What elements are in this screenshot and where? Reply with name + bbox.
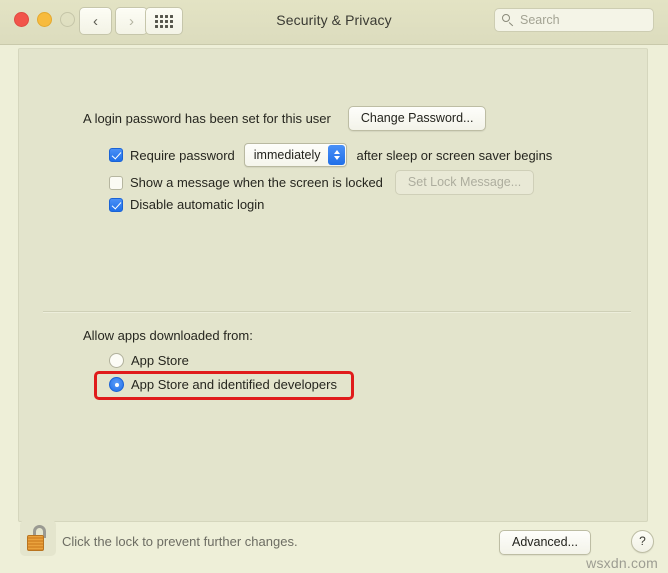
show-lock-message-checkbox[interactable]	[109, 175, 123, 190]
gatekeeper-heading-row: Allow apps downloaded from:	[83, 328, 253, 343]
require-password-suffix-label: after sleep or screen saver begins	[356, 147, 553, 163]
show-lock-message-row: Show a message when the screen is locked…	[109, 170, 535, 195]
login-password-status: A login password has been set for this u…	[83, 111, 331, 126]
require-password-row: Require password immediately after sleep…	[109, 143, 552, 167]
require-password-delay-popup[interactable]: immediately	[243, 143, 348, 167]
lock-button[interactable]	[20, 520, 56, 556]
require-password-delay-value: immediately	[253, 148, 321, 162]
watermark: wsxdn.com	[586, 555, 658, 571]
lock-message: Click the lock to prevent further change…	[62, 534, 298, 549]
general-pane: A login password has been set for this u…	[18, 48, 648, 522]
require-password-checkbox[interactable]	[109, 148, 123, 162]
gatekeeper-option-appstore[interactable]: App Store	[109, 353, 189, 368]
unlocked-padlock-icon	[27, 525, 49, 551]
show-lock-message-label: Show a message when the screen is locked	[130, 175, 383, 190]
advanced-button[interactable]: Advanced...	[498, 530, 591, 555]
section-divider	[43, 311, 631, 312]
radio-app-store[interactable]	[109, 353, 124, 368]
help-button[interactable]: ?	[631, 530, 654, 553]
highlight-annotation-box	[94, 371, 354, 400]
search-icon	[502, 14, 514, 26]
set-lock-message-button: Set Lock Message...	[394, 170, 535, 195]
change-password-button[interactable]: Change Password...	[347, 106, 487, 131]
disable-auto-login-row: Disable automatic login	[109, 197, 264, 212]
title-bar: ‹ › Security & Privacy Search	[0, 0, 668, 45]
disable-auto-login-label: Disable automatic login	[130, 197, 265, 212]
security-privacy-window: ‹ › Security & Privacy Search General Fi…	[0, 0, 668, 573]
disable-auto-login-checkbox[interactable]	[109, 197, 123, 212]
login-password-row: A login password has been set for this u…	[83, 106, 487, 131]
search-placeholder: Search	[520, 13, 560, 27]
require-password-label: Require password	[130, 147, 235, 163]
radio-app-store-label: App Store	[131, 353, 189, 368]
chevron-updown-icon	[328, 145, 346, 165]
search-field[interactable]: Search	[494, 8, 654, 32]
gatekeeper-heading: Allow apps downloaded from:	[83, 328, 253, 343]
